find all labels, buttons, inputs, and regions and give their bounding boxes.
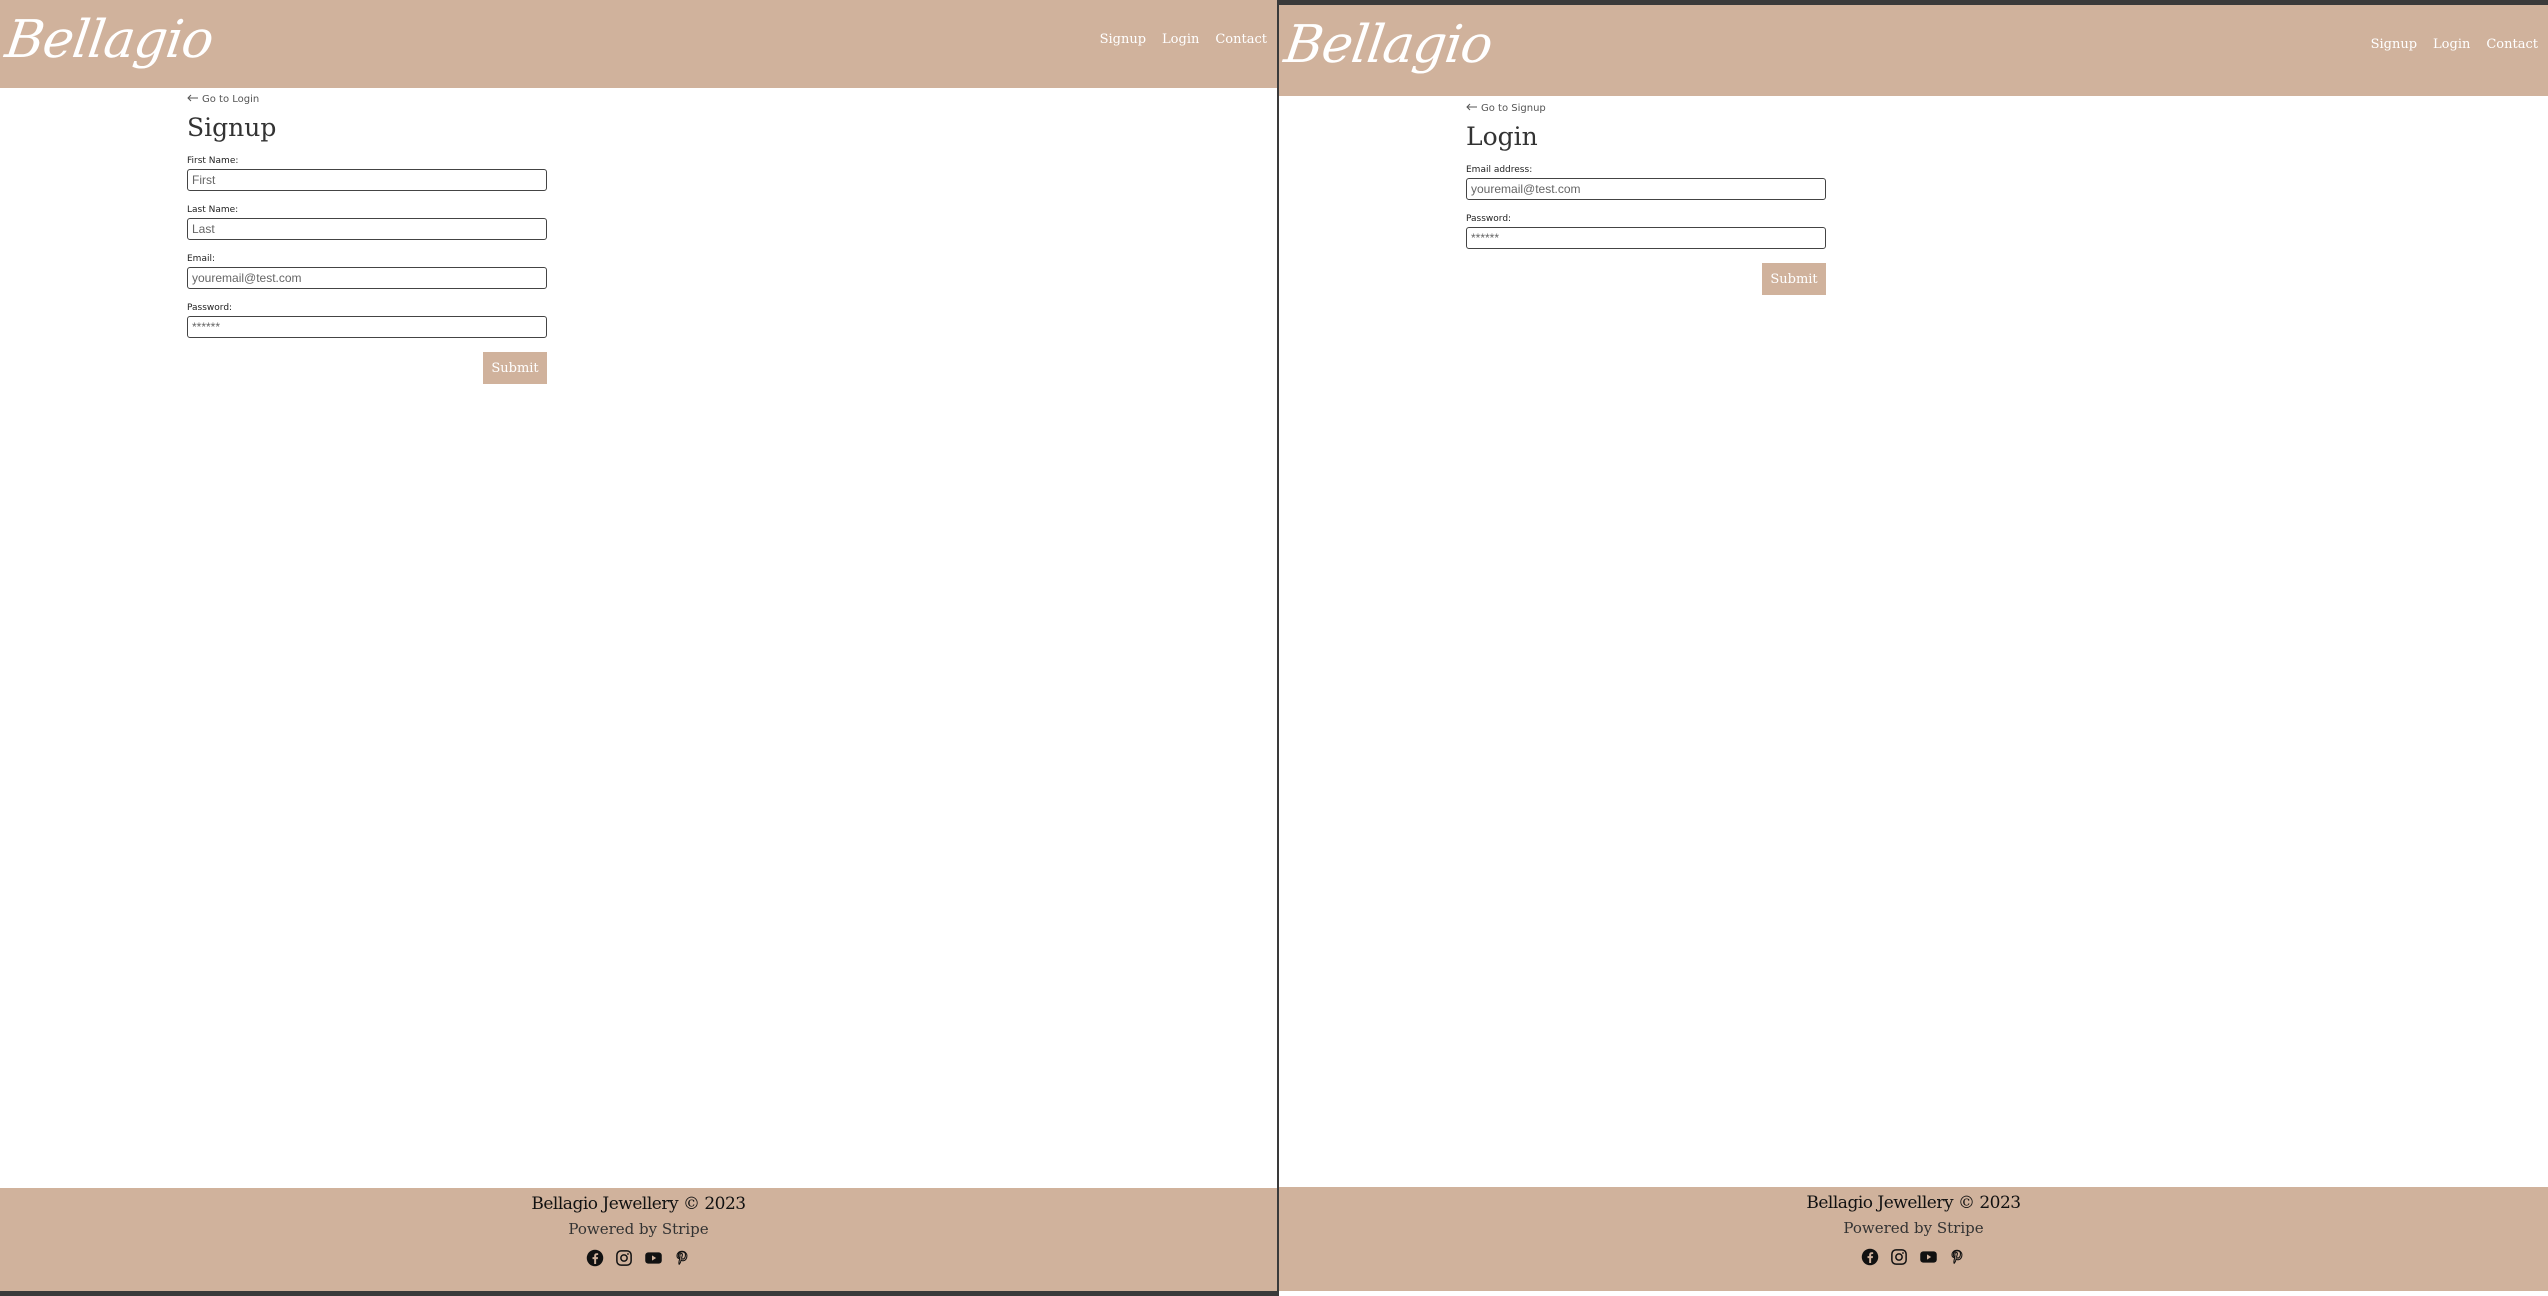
nav-signup[interactable]: Signup (1100, 32, 1146, 47)
email-field-group: Email: (187, 254, 547, 289)
pinterest-icon[interactable] (673, 1248, 692, 1267)
submit-button[interactable]: Submit (483, 352, 547, 384)
first-name-field-group: First Name: (187, 156, 547, 191)
footer-powered-by: Powered by Stripe (1843, 1219, 1984, 1237)
back-link-label: Go to Login (202, 94, 260, 105)
social-links (0, 1248, 1277, 1267)
password-label: Password: (187, 303, 233, 313)
nav-login[interactable]: Login (2433, 37, 2470, 52)
nav-contact[interactable]: Contact (2486, 37, 2538, 52)
password-field-group: Password: (187, 303, 547, 338)
signup-window: Bellagio Signup Login Contact Go to Logi… (0, 0, 1277, 1291)
back-link-login[interactable]: Go to Login (187, 94, 547, 105)
password-label: Password: (1466, 214, 1512, 224)
login-form-section: Go to Signup Login Email address: Passwo… (1466, 103, 1826, 295)
email-label: Email: (187, 254, 216, 264)
last-name-input[interactable] (187, 218, 547, 240)
arrow-left-icon (1466, 103, 1478, 114)
site-logo[interactable]: Bellagio (1281, 15, 1496, 75)
facebook-icon[interactable] (1861, 1247, 1880, 1266)
page-title: Signup (187, 113, 277, 142)
submit-row: Submit (1466, 263, 1826, 295)
main-nav: Signup Login Contact (1100, 32, 1267, 47)
first-name-input[interactable] (187, 169, 547, 191)
back-link-signup[interactable]: Go to Signup (1466, 103, 1826, 114)
arrow-left-icon (187, 94, 199, 105)
social-links (1279, 1247, 2548, 1266)
login-window: Bellagio Signup Login Contact Go to Sign… (1279, 5, 2548, 1296)
site-header: Bellagio Signup Login Contact (0, 0, 1277, 88)
site-footer: Bellagio Jewellery © 2023 Powered by Str… (0, 1188, 1277, 1291)
last-name-label: Last Name: (187, 205, 239, 215)
youtube-icon[interactable] (1919, 1247, 1938, 1266)
submit-button[interactable]: Submit (1762, 263, 1826, 295)
pinterest-icon[interactable] (1948, 1247, 1967, 1266)
email-input[interactable] (1466, 178, 1826, 200)
site-header: Bellagio Signup Login Contact (1279, 5, 2548, 96)
email-label: Email address: (1466, 165, 1533, 175)
main-nav: Signup Login Contact (2371, 37, 2538, 52)
site-logo[interactable]: Bellagio (2, 10, 217, 70)
nav-signup[interactable]: Signup (2371, 37, 2417, 52)
footer-powered-by: Powered by Stripe (568, 1220, 709, 1238)
instagram-icon[interactable] (1890, 1247, 1909, 1266)
last-name-field-group: Last Name: (187, 205, 547, 240)
first-name-label: First Name: (187, 156, 239, 166)
password-field-group: Password: (1466, 214, 1826, 249)
signup-form-section: Go to Login Signup First Name: Last Name… (187, 94, 547, 384)
nav-login[interactable]: Login (1162, 32, 1199, 47)
email-field-group: Email address: (1466, 165, 1826, 200)
footer-copyright: Bellagio Jewellery © 2023 (1806, 1193, 2021, 1213)
site-footer: Bellagio Jewellery © 2023 Powered by Str… (1279, 1187, 2548, 1291)
submit-row: Submit (187, 352, 547, 384)
password-input[interactable] (187, 316, 547, 338)
instagram-icon[interactable] (615, 1248, 634, 1267)
footer-copyright: Bellagio Jewellery © 2023 (531, 1194, 746, 1214)
facebook-icon[interactable] (586, 1248, 605, 1267)
nav-contact[interactable]: Contact (1215, 32, 1267, 47)
back-link-label: Go to Signup (1481, 103, 1546, 114)
page-title: Login (1466, 122, 1538, 151)
password-input[interactable] (1466, 227, 1826, 249)
youtube-icon[interactable] (644, 1248, 663, 1267)
email-input[interactable] (187, 267, 547, 289)
